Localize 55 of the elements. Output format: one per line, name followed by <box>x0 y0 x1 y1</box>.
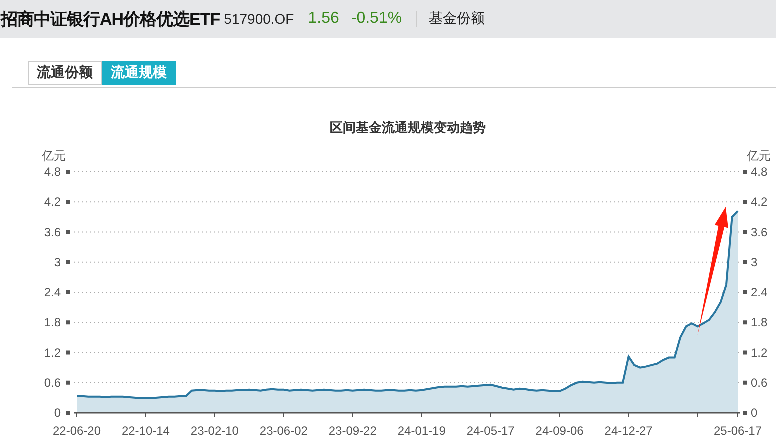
tick-marker <box>743 290 747 294</box>
y-tick-label: 1.2 <box>751 346 768 360</box>
y-tick-label: 4.2 <box>751 195 768 210</box>
tick-marker <box>743 200 747 204</box>
y-tick-label: 3.6 <box>44 225 61 240</box>
tick-marker <box>66 350 70 355</box>
tick-marker <box>66 320 70 325</box>
price-value: 1.56 <box>308 10 340 28</box>
axis-unit: 亿元 <box>747 149 771 163</box>
tick-marker <box>743 380 747 385</box>
tick-marker <box>66 411 70 415</box>
tick-marker <box>66 170 70 174</box>
tick-marker <box>66 290 70 294</box>
x-tick-label: 25-06-17 <box>714 424 762 438</box>
tick-marker <box>66 230 70 234</box>
x-tick-label: 22-10-14 <box>122 424 170 438</box>
y-tick-label: 3 <box>54 255 61 270</box>
tick-marker <box>743 260 747 264</box>
y-tick-label: 4.8 <box>44 165 61 179</box>
y-tick-label: 0 <box>751 406 758 420</box>
chart-title: 区间基金流通规模变动趋势 <box>330 120 486 135</box>
y-tick-label: 4.2 <box>44 195 61 210</box>
x-tick-label: 24-09-06 <box>536 424 584 438</box>
tick-marker <box>66 380 70 385</box>
tick-marker <box>743 320 747 325</box>
y-tick-label: 0 <box>54 406 61 420</box>
fund-code: 517900.OF <box>224 11 294 27</box>
y-tick-label: 3 <box>751 255 758 270</box>
y-tick-label: 1.2 <box>44 346 61 360</box>
x-tick-label: 23-09-22 <box>328 424 377 438</box>
y-tick-label: 1.8 <box>751 316 768 330</box>
y-tick-label: 0.6 <box>751 376 768 390</box>
tab[interactable]: 流通份额 <box>28 61 102 85</box>
axis-unit: 亿元 <box>42 149 66 163</box>
y-tick-label: 1.8 <box>44 316 61 330</box>
y-tick-label: 4.8 <box>751 165 768 179</box>
tick-marker <box>743 170 747 174</box>
y-tick-label: 3.6 <box>751 225 768 240</box>
x-tick-label: 23-06-02 <box>260 424 308 438</box>
x-tick-label: 22-06-20 <box>52 424 102 438</box>
y-tick-label: 2.4 <box>44 286 61 300</box>
tick-marker <box>743 350 747 355</box>
price-change: -0.51% <box>351 10 402 28</box>
fund-name: 招商中证银行AH价格优选ETF <box>1 8 220 30</box>
tick-marker <box>66 200 70 204</box>
x-tick-label: 24-05-17 <box>466 424 515 438</box>
section-title: 基金份额 <box>429 10 486 28</box>
tick-marker <box>743 411 747 415</box>
x-tick-label: 24-01-19 <box>398 424 446 438</box>
x-tick-label: 24-12-27 <box>604 424 653 438</box>
x-tick-label: 23-02-10 <box>190 424 239 438</box>
y-tick-label: 2.4 <box>751 286 768 300</box>
tick-marker <box>743 230 747 234</box>
tick-marker <box>66 260 70 264</box>
y-tick-label: 0.6 <box>44 376 61 390</box>
